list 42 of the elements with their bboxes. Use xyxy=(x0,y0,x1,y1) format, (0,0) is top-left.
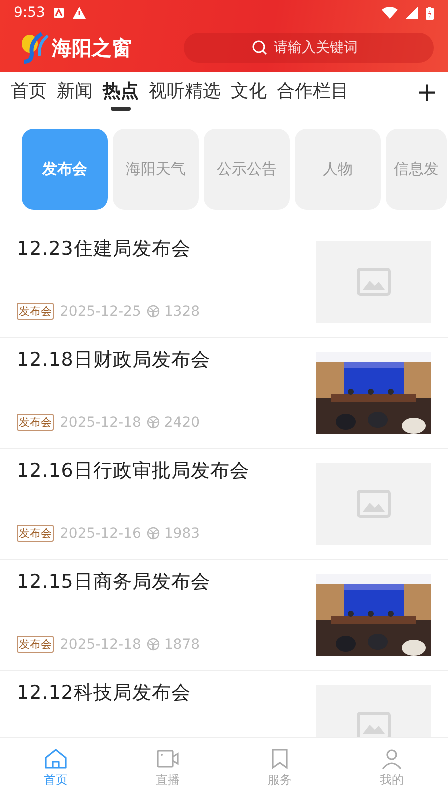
image-icon xyxy=(356,490,390,518)
person-icon xyxy=(380,748,404,770)
wifi-icon xyxy=(382,7,398,19)
nav-tab[interactable]: 热点 xyxy=(98,75,144,111)
view-count: 1328 xyxy=(164,304,200,320)
view-count: 1983 xyxy=(164,526,200,542)
image-icon xyxy=(356,268,390,296)
view-count: 1878 xyxy=(164,636,200,652)
status-time: 9:53 xyxy=(14,5,46,21)
views-icon xyxy=(147,638,160,651)
views-icon xyxy=(147,305,160,318)
article-title[interactable]: 12.15日商务局发布会 xyxy=(17,569,316,595)
nav-tab[interactable]: 文化 xyxy=(226,75,272,111)
battery-icon xyxy=(426,6,434,20)
nav-tab[interactable]: 首页 xyxy=(6,75,52,111)
logo-icon xyxy=(20,32,50,64)
article-date: 2025-12-16 xyxy=(60,526,142,542)
article-title[interactable]: 12.16日行政审批局发布会 xyxy=(17,458,316,484)
article-tag: 发布会 xyxy=(17,525,54,542)
article-title[interactable]: 12.18日财政局发布会 xyxy=(17,347,316,373)
views-icon xyxy=(147,416,160,429)
search-icon xyxy=(252,40,268,56)
home-icon xyxy=(44,748,68,770)
article-tag: 发布会 xyxy=(17,636,54,653)
article-date: 2025-12-18 xyxy=(60,414,142,430)
nav-tab[interactable]: 视听精选 xyxy=(144,75,226,111)
article-title[interactable]: 12.12科技局发布会 xyxy=(17,680,316,706)
article-date: 2025-12-18 xyxy=(60,636,142,652)
view-count: 2420 xyxy=(164,414,200,430)
article-tag: 发布会 xyxy=(17,414,54,431)
views-icon xyxy=(147,527,160,540)
nav-tab[interactable]: 合作栏目 xyxy=(272,75,354,111)
article-title[interactable]: 12.23住建局发布会 xyxy=(17,236,316,262)
image-icon xyxy=(356,712,390,737)
article-date: 2025-12-25 xyxy=(60,304,142,320)
notification-icon xyxy=(53,7,66,19)
nav-tab[interactable]: 新闻 xyxy=(52,75,98,111)
signal-icon xyxy=(406,7,418,19)
article-tag: 发布会 xyxy=(17,303,54,320)
video-camera-icon xyxy=(156,748,180,770)
warning-icon xyxy=(73,7,86,19)
app-name: 海阳之窗 xyxy=(52,34,132,62)
